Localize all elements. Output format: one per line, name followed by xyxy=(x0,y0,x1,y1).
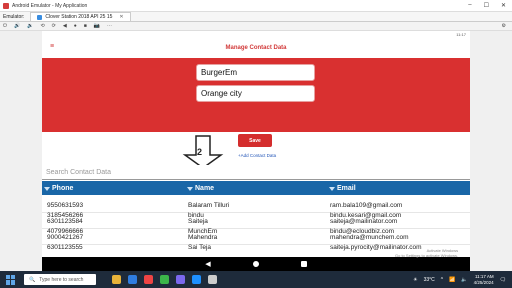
emulator-label: Emulator: xyxy=(3,13,25,20)
taskbar-search[interactable]: 🔍 Type here to search xyxy=(24,274,96,285)
screenshot-icon[interactable]: 📷 xyxy=(94,23,100,29)
file-explorer-icon[interactable] xyxy=(112,275,121,284)
emulator-toolbar: ⏻ 🔊 🔉 ⟲ ⟳ ◀ ● ■ 📷 ⋯ ⚙ xyxy=(0,22,512,31)
hamburger-menu-icon[interactable]: ≡ xyxy=(50,43,56,50)
clock-date: 4/25/2024 xyxy=(473,279,494,285)
sort-phone-icon[interactable] xyxy=(44,186,50,191)
header-phone-label: Phone xyxy=(52,185,74,192)
cell-email: ram.bala109@gmail.com xyxy=(330,202,403,209)
cell-name: Mahendra xyxy=(188,234,218,241)
cell-name: Saiteja xyxy=(188,218,208,225)
app-bar: ≡ Manage Contact Data xyxy=(42,38,470,58)
cell-phone: 9000421267 xyxy=(47,234,84,241)
cell-email: saiteja@mailinator.com xyxy=(330,218,398,225)
header-name-label: Name xyxy=(195,185,215,192)
android-home-icon[interactable] xyxy=(252,261,259,267)
device-screen: 11:17 ≡ Manage Contact Data BurgerEm Ora… xyxy=(42,31,470,271)
window-titlebar: Android Emulator - My Application – ☐ ✕ xyxy=(0,0,512,12)
name-input[interactable]: BurgerEm xyxy=(196,64,315,81)
volume-down-icon[interactable]: 🔉 xyxy=(27,23,33,29)
cell-name: MunchEm xyxy=(188,228,218,235)
wifi-icon[interactable]: 📶 xyxy=(449,277,455,283)
android-status-bar: 11:17 xyxy=(42,31,470,38)
cell-email: bindu@ecloudbiz.com xyxy=(330,228,395,235)
cell-phone: 9550631593 xyxy=(47,202,84,209)
header-email[interactable]: Email xyxy=(329,185,356,192)
windows-taskbar: 🔍 Type here to search ☀ 33°C ^ 📶 🔈 11:17… xyxy=(0,271,512,288)
volume-up-icon[interactable]: 🔊 xyxy=(14,23,20,29)
tray-chevron-icon[interactable]: ^ xyxy=(441,277,443,283)
windows-start-icon[interactable] xyxy=(6,274,16,285)
tab-device-label: Clover Station 2018 API 25 15 xyxy=(45,14,113,20)
cell-phone: 6301123555 xyxy=(47,244,83,251)
overview-nav-icon[interactable]: ■ xyxy=(84,23,87,29)
home-nav-icon[interactable]: ● xyxy=(74,23,77,29)
cell-phone: 6301123584 xyxy=(47,218,83,225)
weather-temp: 33°C xyxy=(423,276,435,283)
power-icon[interactable]: ⏻ xyxy=(3,23,7,29)
close-icon[interactable]: ✕ xyxy=(501,2,506,9)
header-name[interactable]: Name xyxy=(187,185,214,192)
activate-windows-watermark: Activate Windows Go to Settings to activ… xyxy=(395,248,458,258)
rotate-right-icon[interactable]: ⟳ xyxy=(52,23,56,29)
visual-studio-icon[interactable] xyxy=(176,275,185,284)
left-gutter xyxy=(0,31,42,271)
table-header: Phone Name Email xyxy=(42,181,470,195)
back-nav-icon[interactable]: ◀ xyxy=(63,23,67,29)
watermark-line2: Go to Settings to activate Windows. xyxy=(395,253,459,258)
cell-email: mahendra@munchem.com xyxy=(330,234,409,241)
header-email-label: Email xyxy=(337,185,356,192)
speaker-icon[interactable]: 🔈 xyxy=(461,277,467,283)
emulator-taskbar-icon[interactable] xyxy=(208,275,217,284)
status-time: 11:17 xyxy=(456,32,466,37)
page-title: Manage Contact Data xyxy=(225,45,287,51)
cell-phone: 3185456266 xyxy=(47,212,84,219)
device-tabbar: Emulator: Clover Station 2018 API 25 15 … xyxy=(0,12,512,22)
more-icon[interactable]: ⋯ xyxy=(107,23,112,29)
weather-icon[interactable]: ☀ xyxy=(413,277,417,283)
edge-icon[interactable] xyxy=(128,275,137,284)
cell-name: bindu xyxy=(188,212,204,219)
sort-name-icon[interactable] xyxy=(187,186,193,191)
cell-email: bindu.kesari@gmail.com xyxy=(330,212,402,219)
save-button[interactable]: Save xyxy=(238,134,272,147)
chrome-icon[interactable] xyxy=(144,275,153,284)
tab-close-icon[interactable]: ✕ xyxy=(119,14,123,20)
settings-icon[interactable]: ⚙ xyxy=(502,23,506,29)
tab-device[interactable]: Clover Station 2018 API 25 15 ✕ xyxy=(30,12,131,21)
app-icon[interactable] xyxy=(192,275,201,284)
android-nav-bar: ◀ xyxy=(42,257,470,271)
minimize-icon[interactable]: – xyxy=(468,2,471,9)
maximize-icon[interactable]: ☐ xyxy=(484,2,489,9)
table-row[interactable]: 6301123584 Saiteja saiteja@mailinator.co… xyxy=(42,213,470,229)
rotate-left-icon[interactable]: ⟲ xyxy=(40,23,44,29)
annotation-number: 2 xyxy=(197,147,203,157)
cell-phone: 4079966666 xyxy=(47,228,84,235)
android-back-icon[interactable]: ◀ xyxy=(205,260,210,268)
search-input[interactable]: Search Contact Data xyxy=(42,165,470,180)
header-phone[interactable]: Phone xyxy=(44,185,73,192)
down-arrow-annotation xyxy=(182,135,224,169)
right-gutter xyxy=(470,31,512,271)
sort-email-icon[interactable] xyxy=(329,186,335,191)
taskbar-search-label: Type here to search xyxy=(39,276,84,283)
device-icon xyxy=(37,14,43,20)
cell-name: Balaram Tilluri xyxy=(188,202,230,209)
window-title: Android Emulator - My Application xyxy=(12,2,88,9)
android-emulator-icon xyxy=(3,2,9,9)
taskbar-clock[interactable]: 11:17 AM 4/25/2024 xyxy=(474,274,494,286)
android-studio-icon[interactable] xyxy=(160,275,169,284)
search-icon: 🔍 xyxy=(29,276,36,283)
add-contact-link[interactable]: +Add Contact Data xyxy=(238,153,276,158)
android-recents-icon[interactable] xyxy=(300,261,307,267)
notifications-icon[interactable]: 🗨 xyxy=(500,277,506,283)
cell-name: Sai Teja xyxy=(188,244,212,251)
table-row[interactable]: 9550631593 Balaram Tilluri ram.bala109@g… xyxy=(42,197,470,213)
city-input[interactable]: Orange city xyxy=(196,85,315,102)
table-row[interactable]: 9000421267 Mahendra mahendra@munchem.com xyxy=(42,229,470,245)
